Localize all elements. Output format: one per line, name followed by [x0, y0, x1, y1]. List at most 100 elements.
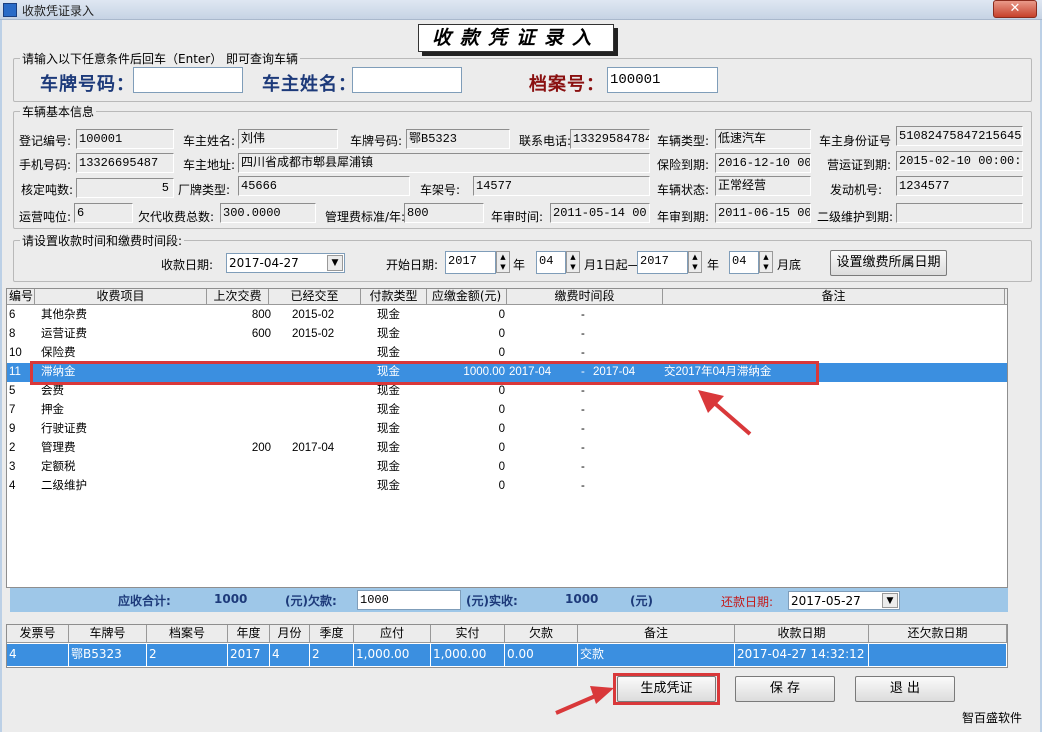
inv-col-owe[interactable]: 欠款: [505, 625, 578, 643]
fee-cell-from: [509, 306, 569, 325]
fee-cell-note: [664, 458, 964, 477]
fee-row[interactable]: 3 定额税 现金 0 -: [7, 458, 1007, 477]
inv-col-file[interactable]: 档案号: [147, 625, 228, 643]
mgmt-std-field[interactable]: 800: [404, 203, 484, 223]
plate-no-label: 车牌号码:: [350, 134, 403, 148]
owe-input[interactable]: 1000: [357, 590, 461, 610]
col-header-note[interactable]: 备注: [663, 289, 1005, 305]
engine-no-label: 发动机号:: [830, 183, 883, 197]
mobile-label: 手机号码:: [19, 158, 72, 172]
maint-field[interactable]: [896, 203, 1023, 223]
brand-type-field[interactable]: 45666: [238, 176, 410, 196]
col-header-id[interactable]: 编号: [7, 289, 35, 305]
invoice-table[interactable]: 发票号 车牌号 档案号 年度 月份 季度 应付 实付 欠款 备注 收款日期 还欠…: [6, 624, 1008, 668]
start-month-spinner-icon[interactable]: ▲ ▼: [566, 251, 580, 273]
id-no-field[interactable]: 510824758472156455: [896, 126, 1023, 146]
col-header-period[interactable]: 缴费时间段: [507, 289, 663, 305]
window-title: 收款凭证录入: [22, 4, 95, 18]
fee-row[interactable]: 4 二级维护 现金 0 -: [7, 477, 1007, 496]
fee-cell-amount: 0: [498, 404, 505, 416]
owner-name-field[interactable]: 刘伟: [238, 129, 338, 149]
plate-no-field[interactable]: 鄂B5323: [406, 129, 510, 149]
inv-col-repay[interactable]: 还欠款日期: [869, 625, 1007, 643]
frame-no-field[interactable]: 14577: [473, 176, 650, 196]
invoice-table-header: 发票号 车牌号 档案号 年度 月份 季度 应付 实付 欠款 备注 收款日期 还欠…: [7, 625, 1007, 643]
inv-cell-year: 2017: [228, 644, 270, 666]
inv-col-note[interactable]: 备注: [578, 625, 735, 643]
col-header-last[interactable]: 上次交费: [207, 289, 269, 305]
save-button[interactable]: 保 存: [735, 676, 835, 702]
inv-col-payable[interactable]: 应付: [354, 625, 431, 643]
status-field[interactable]: 正常经营: [715, 176, 811, 196]
vehicle-type-field[interactable]: 低速汽车: [715, 129, 811, 149]
mobile-field[interactable]: 13326695487: [76, 153, 174, 173]
phone-field[interactable]: 13329584784: [570, 129, 650, 149]
unit-label: (元): [630, 594, 653, 608]
fee-cell-id: 6: [9, 309, 16, 321]
col-header-amount[interactable]: 应缴金额(元): [427, 289, 507, 305]
collect-date-select[interactable]: 2017-04-27 ▼: [226, 253, 345, 273]
total-label: 应收合计:: [118, 594, 171, 608]
audit-due-field[interactable]: 2011-06-15 00:00:00: [715, 203, 811, 223]
engine-no-field[interactable]: 1234577: [896, 176, 1023, 196]
inv-col-date[interactable]: 收款日期: [735, 625, 869, 643]
file-input[interactable]: 100001: [607, 67, 718, 93]
owner-input[interactable]: [352, 67, 462, 93]
chevron-down-icon[interactable]: ▼: [882, 593, 898, 608]
inv-col-month[interactable]: 月份: [270, 625, 310, 643]
fee-cell-to: [593, 458, 653, 477]
fee-cell-note: [664, 306, 964, 325]
tonnage-field[interactable]: 5: [76, 178, 174, 198]
fee-row[interactable]: 9 行驶证费 现金 0 -: [7, 420, 1007, 439]
start-month-input[interactable]: 04: [536, 251, 566, 274]
fee-cell-amount: 0: [498, 461, 505, 473]
fee-cell-dash: -: [581, 461, 585, 473]
op-tonnage-field[interactable]: 6: [74, 203, 133, 223]
fee-row[interactable]: 2 管理费 200 2017-04 现金 0 -: [7, 439, 1007, 458]
set-period-button[interactable]: 设置缴费所属日期: [830, 250, 947, 276]
fee-cell-pay-type: 现金: [377, 442, 400, 454]
address-field[interactable]: 四川省成都市郫县犀浦镇: [238, 153, 650, 173]
period-legend: 请设置收款时间和缴费时间段:: [22, 234, 183, 248]
owe-label: (元)欠款:: [285, 594, 337, 608]
plate-input[interactable]: [133, 67, 243, 93]
fee-row[interactable]: 6 其他杂费 800 2015-02 现金 0 -: [7, 306, 1007, 325]
close-button[interactable]: ✕: [993, 0, 1037, 18]
exit-button[interactable]: 退 出: [855, 676, 955, 702]
fee-cell-amount: 0: [498, 480, 505, 492]
op-cert-field[interactable]: 2015-02-10 00:00:00: [896, 151, 1023, 171]
col-header-item[interactable]: 收费项目: [35, 289, 207, 305]
inv-col-paid[interactable]: 实付: [431, 625, 505, 643]
inv-col-invoice[interactable]: 发票号: [7, 625, 69, 643]
repay-date-select[interactable]: 2017-05-27 ▼: [788, 591, 900, 610]
inv-cell-quarter: 2: [310, 644, 354, 666]
fee-cell-dash: -: [581, 442, 585, 454]
reg-no-label: 登记编号:: [19, 134, 72, 148]
inv-col-year[interactable]: 年度: [228, 625, 270, 643]
end-month-input[interactable]: 04: [729, 251, 759, 274]
col-header-paid-to[interactable]: 已经交至: [269, 289, 361, 305]
reg-no-field[interactable]: 100001: [76, 129, 174, 149]
title-bar[interactable]: 收款凭证录入 ✕: [0, 0, 1042, 20]
fee-row[interactable]: 8 运营证费 600 2015-02 现金 0 -: [7, 325, 1007, 344]
end-year-input[interactable]: 2017: [637, 251, 688, 274]
end-year-spinner-icon[interactable]: ▲ ▼: [688, 251, 702, 273]
fee-cell-paid-to: [292, 477, 362, 496]
audit-time-field[interactable]: 2011-05-14 00:00:00: [550, 203, 650, 223]
end-month-spinner-icon[interactable]: ▲ ▼: [759, 251, 773, 273]
inv-col-quarter[interactable]: 季度: [310, 625, 354, 643]
fee-cell-from: [509, 420, 569, 439]
invoice-row[interactable]: 4 鄂B5323 2 2017 4 2 1,000.00 1,000.00 0.…: [7, 644, 1007, 666]
chevron-down-icon[interactable]: ▼: [327, 255, 343, 271]
fee-row[interactable]: 7 押金 现金 0 -: [7, 401, 1007, 420]
fees-table[interactable]: 编号 收费项目 上次交费 已经交至 付款类型 应缴金额(元) 缴费时间段 备注 …: [6, 288, 1008, 588]
owed-label: 欠代收费总数:: [138, 210, 215, 224]
query-legend: 请输入以下任意条件后回车（Enter） 即可查询车辆: [22, 52, 299, 66]
start-year-spinner-icon[interactable]: ▲ ▼: [496, 251, 510, 273]
insurance-field[interactable]: 2016-12-10 00:00:00: [715, 153, 811, 173]
start-year-input[interactable]: 2017: [445, 251, 496, 274]
col-header-pay-type[interactable]: 付款类型: [361, 289, 427, 305]
fee-cell-from: [509, 477, 569, 496]
owed-field[interactable]: 300.0000: [220, 203, 316, 223]
inv-col-plate[interactable]: 车牌号: [69, 625, 147, 643]
